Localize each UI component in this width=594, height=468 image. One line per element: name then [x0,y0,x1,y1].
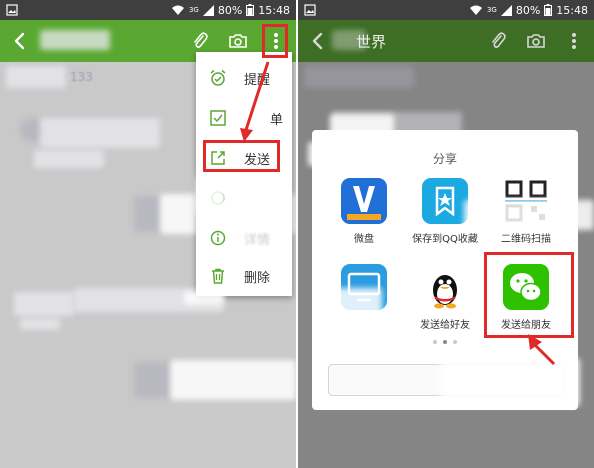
screenshot-stage: 3G 80% 15:48 133 提醒 单 发送 详情 删除 3G 80% 15… [0,0,594,468]
right-screen: 3G 80% 15:48 世界 分享 微盘 保存到QQ收藏 二维码扫描 发送给好… [298,0,594,468]
annotation-arrow [528,334,556,366]
left-screen: 3G 80% 15:48 133 提醒 单 发送 详情 删除 [0,0,296,468]
annotation-arrow [240,61,270,142]
